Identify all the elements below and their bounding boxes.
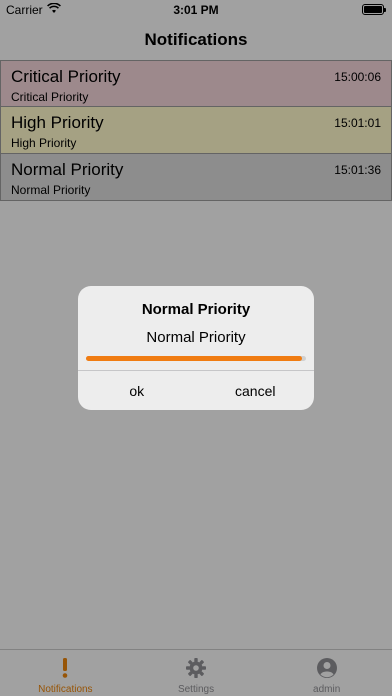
progress-fill (86, 356, 302, 361)
alert-message: Normal Priority (146, 329, 246, 346)
alert-buttons: ok cancel (78, 370, 314, 410)
cancel-button[interactable]: cancel (196, 371, 315, 410)
progress-bar (86, 356, 306, 361)
alert-title: Normal Priority (141, 301, 251, 318)
alert-dialog: Normal Priority Normal Priority ok cance… (78, 286, 314, 410)
ok-button[interactable]: ok (78, 371, 196, 410)
